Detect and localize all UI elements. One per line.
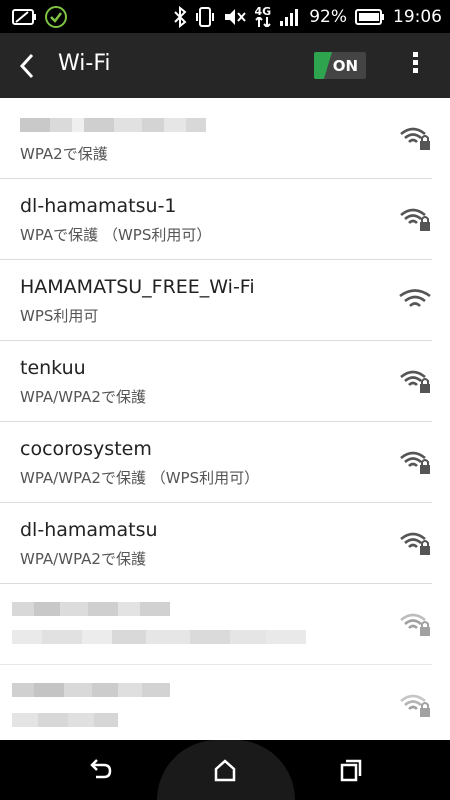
overflow-menu-button[interactable] [405, 49, 425, 83]
network-item[interactable]: HAMAMATSU_FREE_Wi-Fi WPS利用可 [0, 260, 432, 341]
network-list: WPA2で保護 dl-hamamatsu-1 WPAで保護 （WPS利用可） H… [0, 98, 450, 746]
wifi-lock-icon [400, 451, 430, 474]
page-title: Wi-Fi [58, 51, 111, 76]
chevron-left-icon [19, 53, 34, 79]
wifi-icon [399, 289, 431, 307]
battery-percent: 92% [309, 6, 347, 27]
network-security: WPAで保護 （WPS利用可） [20, 226, 212, 244]
network-security: WPA/WPA2で保護 （WPS利用可） [20, 469, 260, 487]
bluetooth-icon [173, 5, 187, 28]
navigation-bar [0, 740, 450, 800]
check-circle-icon [44, 5, 68, 29]
network-ssid: dl-hamamatsu [20, 519, 158, 541]
network-type-label: 4G [254, 4, 272, 18]
network-ssid: dl-hamamatsu-1 [20, 195, 177, 217]
home-icon [214, 759, 236, 782]
network-item[interactable]: cocorosystem WPA/WPA2で保護 （WPS利用可） [0, 422, 432, 503]
toggle-indicator [314, 52, 332, 79]
network-item[interactable] [0, 665, 432, 746]
back-button[interactable] [14, 49, 44, 83]
network-security: WPS利用可 [20, 307, 99, 325]
action-bar: Wi-Fi ON [0, 33, 450, 98]
network-item[interactable]: dl-hamamatsu WPA/WPA2で保護 [0, 503, 432, 584]
wifi-lock-icon [400, 127, 430, 150]
signal-icon [279, 8, 301, 26]
network-security: WPA/WPA2で保護 [20, 550, 146, 568]
back-nav-button[interactable] [85, 756, 115, 784]
wifi-lock-icon [400, 613, 430, 636]
network-item[interactable] [0, 584, 432, 665]
wifi-lock-icon [400, 694, 430, 717]
clock: 19:06 [393, 6, 442, 27]
recent-apps-icon [340, 759, 362, 782]
network-ssid: tenkuu [20, 357, 86, 379]
network-security-redacted [12, 713, 118, 727]
back-icon [90, 759, 112, 779]
wifi-lock-icon [400, 208, 430, 231]
battery-icon [355, 8, 385, 25]
wifi-toggle[interactable]: ON [314, 52, 366, 79]
recent-apps-nav-button[interactable] [336, 756, 366, 784]
wifi-lock-icon [400, 370, 430, 393]
battery-saver-icon [12, 8, 38, 26]
network-item[interactable]: tenkuu WPA/WPA2で保護 [0, 341, 432, 422]
network-security-redacted [12, 630, 306, 644]
status-bar: 4G 92% 19:06 [0, 0, 450, 33]
network-security: WPA/WPA2で保護 [20, 388, 146, 406]
mute-icon [223, 6, 247, 28]
network-ssid: cocorosystem [20, 438, 152, 460]
network-ssid: HAMAMATSU_FREE_Wi-Fi [20, 276, 255, 298]
network-item[interactable]: WPA2で保護 [0, 98, 432, 179]
network-ssid-redacted [12, 600, 170, 616]
network-item[interactable]: dl-hamamatsu-1 WPAで保護 （WPS利用可） [0, 179, 432, 260]
vibrate-icon [195, 6, 215, 28]
network-security: WPA2で保護 [20, 145, 108, 163]
overflow-menu-icon [412, 52, 418, 57]
toggle-label: ON [332, 57, 358, 75]
network-4g-icon: 4G [254, 4, 272, 27]
network-ssid-redacted [20, 114, 206, 132]
wifi-lock-icon [400, 532, 430, 555]
home-nav-button[interactable] [210, 756, 240, 784]
network-ssid-redacted [12, 681, 170, 697]
